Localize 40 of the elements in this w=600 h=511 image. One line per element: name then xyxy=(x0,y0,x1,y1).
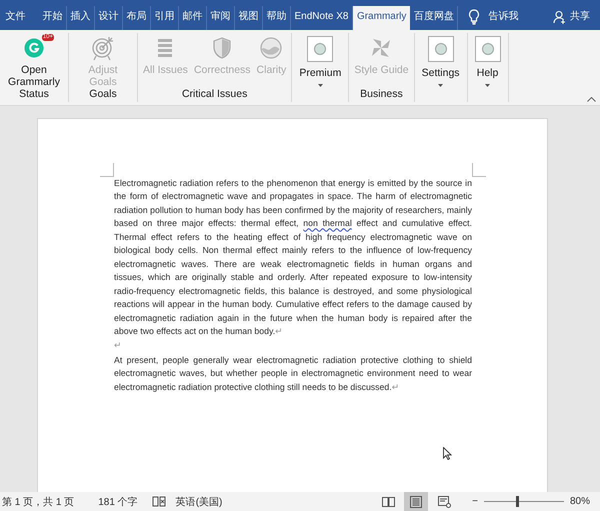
group-label: Business xyxy=(359,88,404,102)
half-circle-icon xyxy=(260,35,282,61)
group-label: Goals xyxy=(88,88,118,102)
caret-icon xyxy=(438,84,444,87)
zoom-out-button[interactable]: − xyxy=(472,496,478,507)
mouse-pointer-icon xyxy=(443,447,452,460)
language-indicator[interactable]: 英语(美国) xyxy=(176,494,222,508)
tell-me-link[interactable]: 告诉我 xyxy=(488,9,518,23)
book-icon xyxy=(382,496,395,506)
group-label: Status xyxy=(18,88,50,102)
group-label: Critical Issues xyxy=(180,88,248,102)
corner-mark xyxy=(100,163,114,177)
share-button[interactable]: 共享 xyxy=(570,9,590,23)
paragraph: ↵ xyxy=(114,339,122,352)
page-count[interactable]: 第 1 页，共 1 页 xyxy=(2,494,74,508)
page-icon xyxy=(410,496,422,508)
lightbulb-icon[interactable] xyxy=(468,9,480,25)
book-check-icon[interactable] xyxy=(152,496,166,507)
grammarly-logo-icon xyxy=(24,38,44,58)
image-placeholder-icon xyxy=(428,36,454,62)
caret-icon xyxy=(485,84,490,87)
web-page-icon xyxy=(438,496,451,508)
zoom-percentage[interactable]: 80% xyxy=(570,496,590,507)
shield-icon xyxy=(213,35,232,61)
ribbon-button[interactable]: Settings xyxy=(418,35,464,102)
corner-mark xyxy=(472,163,486,177)
caret-icon xyxy=(318,84,323,87)
image-placeholder-icon xyxy=(474,36,501,62)
word-count[interactable]: 181 个字 xyxy=(98,494,138,508)
ribbon-tab[interactable]: 文件 xyxy=(2,6,29,30)
view-mode-button[interactable] xyxy=(404,492,428,511)
ribbon-button[interactable]: Help xyxy=(470,35,505,102)
collapse-ribbon-icon[interactable] xyxy=(587,97,596,102)
paragraph: Electromagnetic radiation refers to the phenomenon that energy is emitted by the source in the form of electromagnetic wave and propagates in space. The harm of electromagnetic radiation pollution to human body has been confirmed by the majority of researchers, mainly based on three major effects: thermal effect, non thermal effect and cumulative effect. Thermal effect refers to the heating effect of high frequency electromagnetic wave on biological body cells. Non thermal effect mainly refers to the influence of low-frequency electromagnetic waves. There are weak electromagnetic fields in human organs and tissues, which are originally stable and orderly. After repeated exposure to low-intensity radio-frequency electromagnetic fields, this balance is destroyed, and some physiological reactions will appear in the human body. Cumulative effect refers to the damage caused by electromagnetic radiation again in the future when the human body is repaired after the above two effects act on the human body.↵ xyxy=(114,177,472,338)
ribbon-tab[interactable]: Grammarly xyxy=(352,6,410,30)
target-icon xyxy=(90,35,116,61)
image-placeholder-icon xyxy=(307,36,334,62)
paragraph: At present, people generally wear electromagnetic radiation protective clothing to shield electromagnetic waves, but whether people in electromagnetic environment need to wear electromagnetic radiation protective clothing still needs to be discussed.↵ xyxy=(114,354,472,394)
ribbon-button[interactable]: Premium xyxy=(295,35,346,102)
user-icon[interactable] xyxy=(553,10,567,24)
